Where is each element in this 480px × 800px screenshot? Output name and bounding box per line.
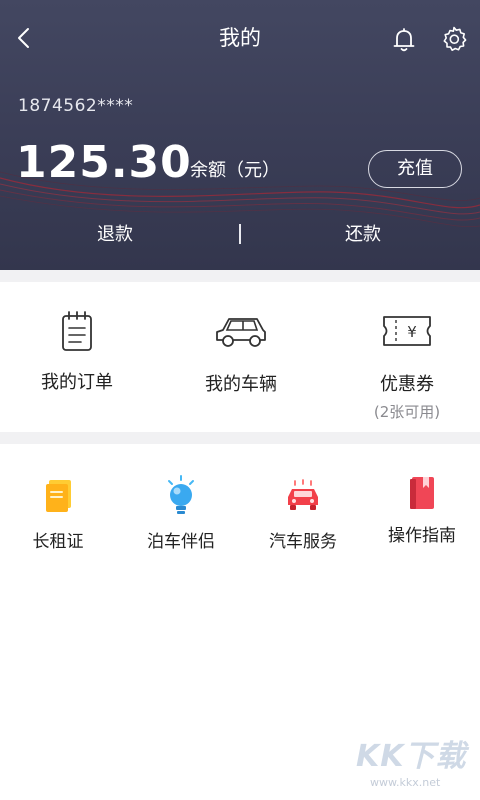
watermark-url: www.kkx.net bbox=[370, 776, 441, 789]
parking-companion-item[interactable]: 泊车伴侣 bbox=[136, 474, 226, 554]
coupons-label: 优惠券 bbox=[380, 374, 434, 395]
watermark-logo-text: KK下载 bbox=[356, 739, 467, 774]
divider bbox=[239, 224, 241, 244]
my-vehicles-item[interactable]: 我的车辆 bbox=[186, 310, 296, 398]
repay-button[interactable]: 还款 bbox=[345, 222, 381, 248]
coupon-ticket-icon: ¥ bbox=[383, 316, 431, 346]
my-vehicles-label: 我的车辆 bbox=[205, 374, 277, 395]
account-header: 我的 1874562**** 125.30 余额（元） 充值 退款 还款 bbox=[0, 0, 480, 270]
car-service-item[interactable]: 汽车服务 bbox=[258, 476, 348, 554]
car-service-label: 汽车服务 bbox=[269, 532, 337, 552]
long-term-permit-label: 长租证 bbox=[32, 532, 84, 552]
gear-icon[interactable] bbox=[440, 25, 468, 53]
watermark-logo: KK下载 www.kkx.net bbox=[356, 738, 478, 800]
my-orders-item[interactable]: 我的订单 bbox=[22, 308, 132, 396]
parking-companion-label: 泊车伴侣 bbox=[147, 532, 215, 552]
blue-lightbulb-icon bbox=[168, 475, 194, 514]
balance-label: 余额（元） bbox=[190, 160, 280, 181]
coupons-available-count: (2张可用) bbox=[373, 403, 441, 421]
recharge-button[interactable]: 充值 bbox=[368, 150, 462, 188]
top-bar: 我的 bbox=[0, 0, 480, 78]
balance-amount: 125.30 bbox=[16, 137, 192, 188]
red-car-icon bbox=[288, 479, 318, 510]
bell-icon[interactable] bbox=[390, 25, 418, 53]
long-term-permit-item[interactable]: 长租证 bbox=[16, 476, 100, 554]
coupons-item[interactable]: ¥ 优惠券 (2张可用) bbox=[352, 310, 462, 422]
svg-text:¥: ¥ bbox=[407, 323, 417, 341]
my-orders-label: 我的订单 bbox=[41, 372, 113, 393]
car-outline-icon bbox=[216, 318, 266, 347]
section-divider bbox=[0, 270, 480, 282]
section-divider bbox=[0, 432, 480, 444]
phone-number: 1874562**** bbox=[18, 96, 134, 116]
yellow-document-icon bbox=[46, 480, 71, 512]
operation-guide-item[interactable]: 操作指南 bbox=[380, 474, 464, 548]
red-book-icon bbox=[410, 477, 434, 509]
operation-guide-label: 操作指南 bbox=[388, 526, 456, 546]
order-clipboard-icon bbox=[62, 311, 92, 351]
refund-button[interactable]: 退款 bbox=[97, 222, 133, 248]
